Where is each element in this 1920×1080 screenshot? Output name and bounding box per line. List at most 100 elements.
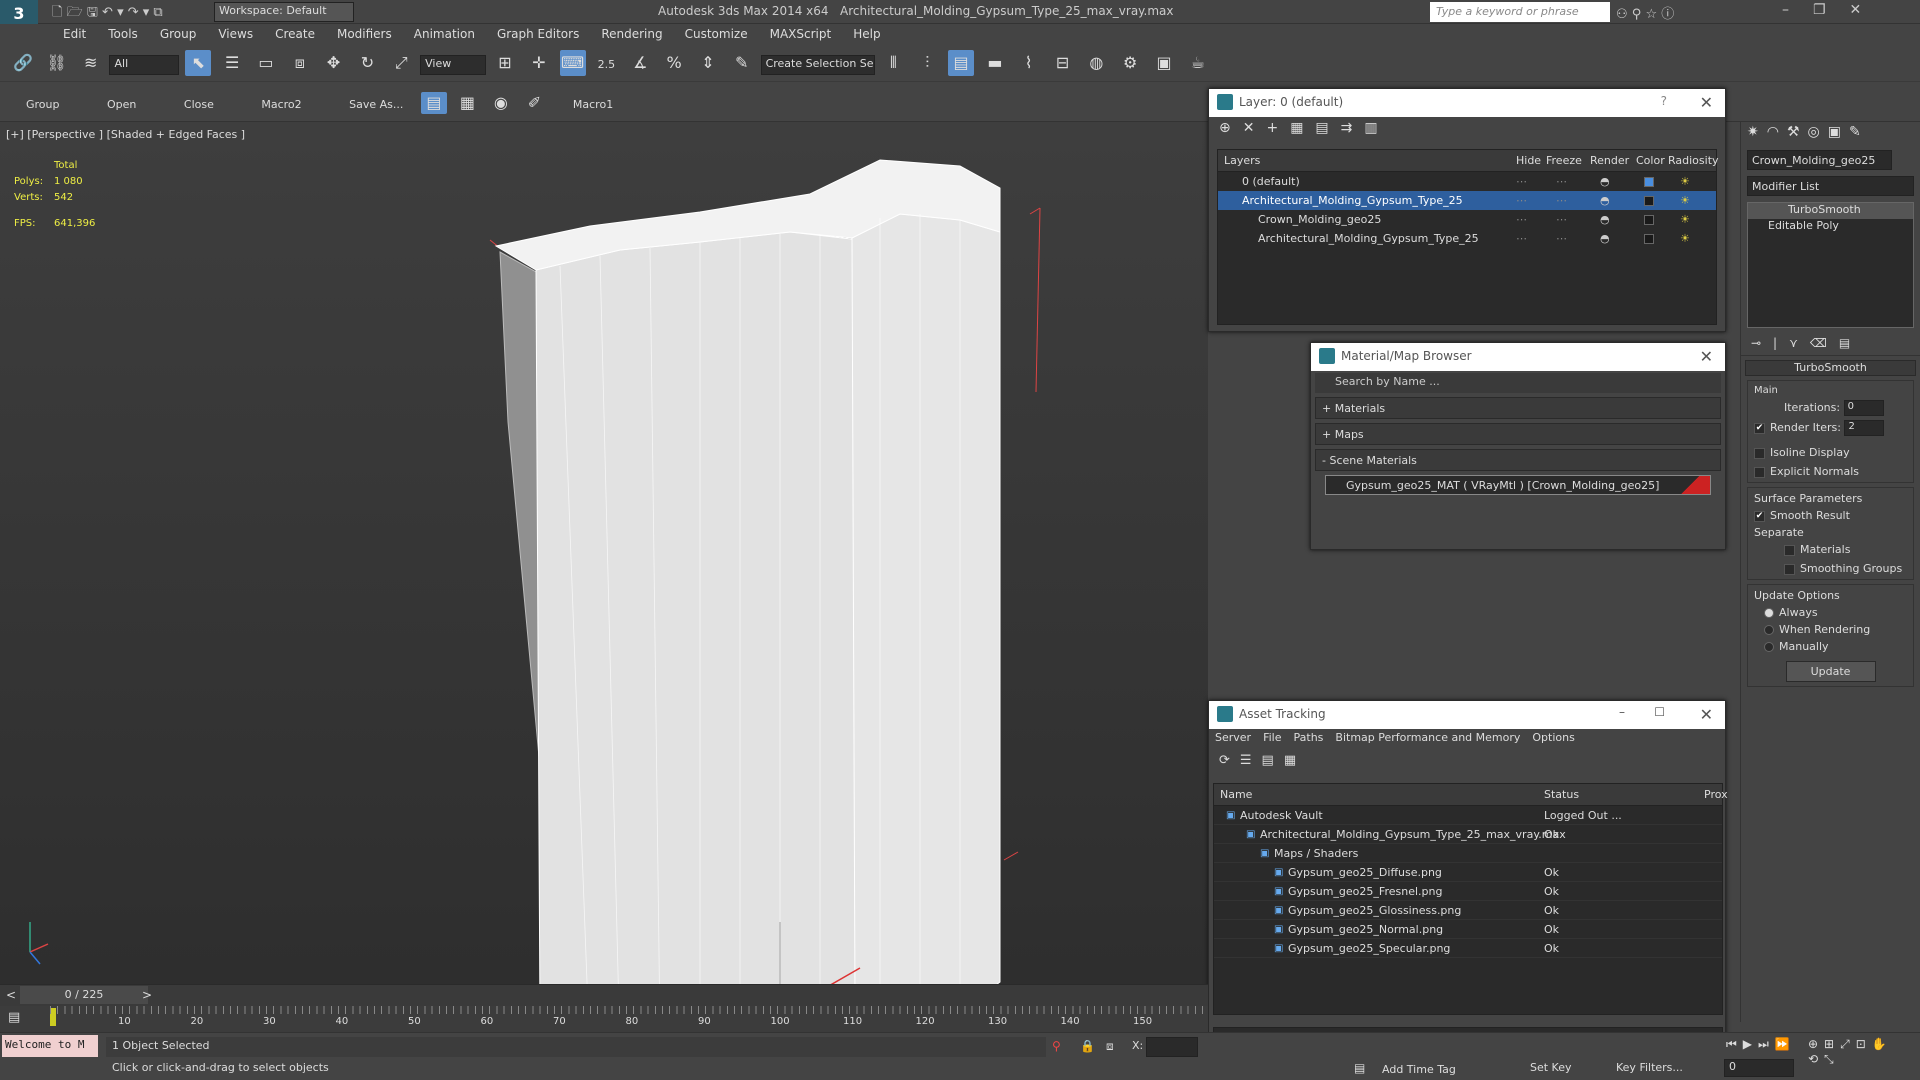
stack-turbosmooth[interactable]: TurboSmooth (1748, 203, 1913, 219)
iterations-spinner[interactable]: 0 (1843, 400, 1884, 416)
maps-section[interactable]: + Maps (1315, 423, 1721, 445)
asset-row[interactable]: ▣ Maps / Shaders (1214, 844, 1722, 863)
materials-section[interactable]: + Materials (1315, 397, 1721, 419)
stack-editable-poly[interactable]: Editable Poly (1748, 219, 1913, 235)
layer-list[interactable]: Layers Hide Freeze Render Color Radiosit… (1217, 149, 1719, 325)
render-teapot-icon[interactable]: ☕ (1185, 50, 1211, 76)
time-tag-icon[interactable]: ▤ (1354, 1061, 1365, 1075)
menu-views[interactable]: Views (207, 24, 264, 44)
update-button[interactable]: Update (1785, 661, 1876, 682)
angle-snap-icon[interactable]: ∡ (627, 50, 653, 76)
maxscript-listener[interactable]: Welcome to M (2, 1035, 98, 1057)
isolate-icon[interactable]: ⚲ (1052, 1039, 1061, 1053)
modifier-stack[interactable]: TurboSmooth Editable Poly (1747, 202, 1914, 328)
layer-row[interactable]: Crown_Molding_geo25 ⋯ ⋯ ◓ ☀ (1218, 210, 1716, 229)
object-name-field[interactable]: Crown_Molding_geo25 (1747, 150, 1892, 170)
materials-checkbox[interactable] (1784, 544, 1795, 556)
menu-graph-editors[interactable]: Graph Editors (486, 24, 590, 44)
menu-group[interactable]: Group (149, 24, 208, 44)
abs-mode-icon[interactable]: ⧈ (1106, 1039, 1114, 1054)
command-panel-tabs[interactable]: ✷◠⚒◎▣✎ (1741, 122, 1920, 148)
layer-manager-icon[interactable]: ▤ (948, 50, 975, 76)
layer-toolbar[interactable]: ⊕✕+▦▤⇉▥ (1209, 117, 1725, 141)
add-time-tag[interactable]: Add Time Tag (1382, 1063, 1456, 1076)
manually-radio[interactable] (1764, 642, 1774, 652)
layer-row[interactable]: Architectural_Molding_Gypsum_Type_25 ⋯ ⋯… (1218, 229, 1716, 248)
isoline-checkbox[interactable] (1754, 447, 1765, 459)
close-button[interactable]: Close (184, 98, 214, 111)
ref-coord-dropdown[interactable]: View (420, 54, 487, 75)
rect-selection-icon[interactable]: ▭ (253, 50, 279, 76)
col-color[interactable]: Color (1636, 150, 1665, 172)
menu-customize[interactable]: Customize (674, 24, 759, 44)
layer-color-swatch[interactable] (1644, 196, 1654, 206)
current-frame-field[interactable]: 0 (1724, 1059, 1794, 1077)
render-iters-spinner[interactable]: 2 (1844, 420, 1885, 436)
render-toggle-icon[interactable]: ◓ (1600, 229, 1610, 248)
close-icon[interactable]: ✕ (1700, 347, 1713, 366)
radiosity-icon[interactable]: ☀ (1680, 191, 1690, 210)
col-freeze[interactable]: Freeze (1546, 150, 1582, 172)
layer-color-swatch[interactable] (1644, 234, 1654, 244)
unlink-icon[interactable]: ⛓ (44, 50, 70, 76)
asset-menu-file[interactable]: File (1263, 731, 1281, 744)
material-search-input[interactable]: Search by Name ... (1315, 373, 1721, 393)
hide-toggle[interactable]: ⋯ (1516, 172, 1527, 191)
layer-row[interactable]: Architectural_Molding_Gypsum_Type_25 ⋯ ⋯… (1218, 191, 1716, 210)
when-rendering-radio[interactable] (1764, 625, 1774, 635)
snap-icon[interactable]: 2.5 (593, 52, 619, 78)
save-as-button[interactable]: Save As... (349, 98, 403, 111)
render-toggle-icon[interactable]: ◓ (1600, 172, 1610, 191)
asset-row[interactable]: ▣ Autodesk Vault Logged Out ... (1214, 806, 1722, 825)
maximize-icon[interactable]: ☐ (1654, 705, 1665, 719)
asset-menu-bitmap-performance-and-memory[interactable]: Bitmap Performance and Memory (1335, 731, 1520, 744)
turbosmooth-rollout-title[interactable]: TurboSmooth (1745, 360, 1916, 376)
group-button[interactable]: Group (26, 98, 60, 111)
hide-toggle[interactable]: ⋯ (1516, 191, 1527, 210)
playback-controls[interactable]: ⏮▶⏭⏩ (1726, 1037, 1796, 1052)
align-icon[interactable]: ⫶ (914, 50, 940, 76)
percent-snap-icon[interactable]: % (661, 50, 687, 76)
move-icon[interactable]: ✥ (321, 50, 347, 76)
asset-menu-options[interactable]: Options (1532, 731, 1574, 744)
scene-materials-section[interactable]: - Scene Materials (1315, 449, 1721, 471)
quick-access-icons[interactable]: 🗋 🗁 🖫 ↶ ▾ ↷ ▾ ⧉ (52, 3, 163, 25)
select-by-name-icon[interactable]: ☰ (219, 50, 245, 76)
freeze-toggle[interactable]: ⋯ (1556, 210, 1567, 229)
frame-counter[interactable]: 0 / 225 (20, 986, 148, 1004)
rotate-icon[interactable]: ↻ (354, 50, 380, 76)
open-button[interactable]: Open (107, 98, 136, 111)
layer-row[interactable]: 0 (default) ⋯ ⋯ ◓ ☀ (1218, 172, 1716, 191)
layer-tool-icon[interactable]: ▤ (420, 92, 447, 114)
col-hide[interactable]: Hide (1516, 150, 1541, 172)
col-radiosity[interactable]: Radiosity (1668, 150, 1719, 172)
render-setup-icon[interactable]: ⚙ (1117, 50, 1143, 76)
key-filters-button[interactable]: Key Filters... (1616, 1061, 1683, 1074)
radiosity-icon[interactable]: ☀ (1680, 210, 1690, 229)
col-status[interactable]: Status (1544, 784, 1579, 806)
macro1-button[interactable]: Macro1 (573, 98, 613, 111)
render-toggle-icon[interactable]: ◓ (1600, 191, 1610, 210)
layer-color-swatch[interactable] (1644, 177, 1654, 187)
asset-row[interactable]: ▣ Gypsum_geo25_Glossiness.png Ok (1214, 901, 1722, 920)
menu-create[interactable]: Create (264, 24, 326, 44)
manipulate-icon[interactable]: ✛ (526, 50, 552, 76)
layer-manager-window[interactable]: Layer: 0 (default)? ✕ ⊕✕+▦▤⇉▥ Layers Hide… (1208, 88, 1726, 332)
freeze-toggle[interactable]: ⋯ (1556, 229, 1567, 248)
list-tool-icon[interactable]: ▦ (454, 92, 480, 114)
menu-maxscript[interactable]: MAXScript (759, 24, 843, 44)
time-slider[interactable]: < 0 / 225 > (0, 984, 1208, 1006)
stack-tools[interactable]: ⊸|⋎⌫▤ (1741, 334, 1920, 356)
link-icon[interactable]: 🔗 (10, 50, 36, 76)
asset-row[interactable]: ▣ Gypsum_geo25_Specular.png Ok (1214, 939, 1722, 958)
molding-model[interactable] (0, 122, 1208, 984)
set-key-button[interactable]: Set Key (1530, 1061, 1572, 1074)
help-icon[interactable]: ? (1661, 94, 1667, 108)
close-icon[interactable]: ✕ (1700, 93, 1713, 112)
ribbon-icon[interactable]: ▬ (982, 50, 1008, 76)
render-frame-icon[interactable]: ▣ (1151, 50, 1177, 76)
explicit-normals-checkbox[interactable] (1754, 466, 1765, 478)
brush-tool-icon[interactable]: ✐ (521, 92, 547, 114)
menu-help[interactable]: Help (842, 24, 891, 44)
menu-edit[interactable]: Edit (52, 24, 97, 44)
